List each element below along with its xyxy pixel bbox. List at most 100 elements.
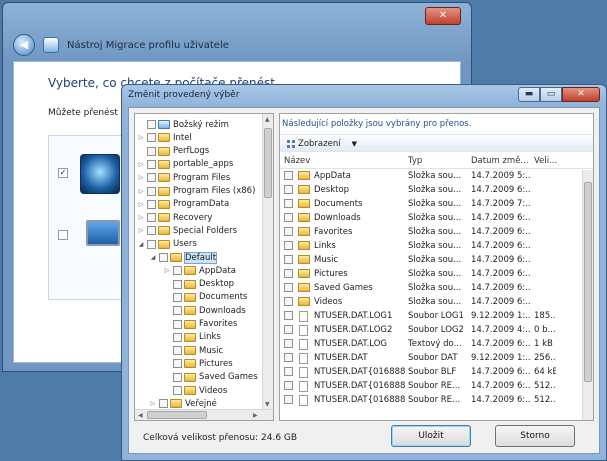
file-row[interactable]: Videos Složka sou... 14.7.2009 6:... [280, 296, 593, 310]
tree-item-checkbox[interactable] [147, 226, 156, 236]
file-row[interactable]: Links Složka sou... 14.7.2009 6:... [280, 240, 593, 254]
tree-item-checkbox[interactable] [147, 159, 156, 169]
file-row[interactable]: NTUSER.DAT{016888b...Soubor RE... 14.7.20… [280, 394, 593, 408]
file-list-scrollbar[interactable] [582, 170, 593, 420]
file-checkbox[interactable] [284, 297, 293, 306]
tree-item[interactable]: ▷ Special Folders [137, 224, 237, 237]
file-checkbox[interactable] [284, 269, 293, 278]
file-checkbox[interactable] [284, 227, 293, 236]
scroll-left-icon[interactable]: ◀ [138, 412, 143, 419]
file-row[interactable]: NTUSER.DAT.LOG2 Soubor LOG2 14.7.2009 4:..… [280, 324, 593, 338]
file-row[interactable]: NTUSER.DAT Soubor DAT 9.12.2009 1:... 256..… [280, 352, 593, 366]
tree-item-checkbox[interactable] [173, 372, 182, 382]
tree-item-checkbox[interactable] [173, 359, 182, 369]
tree-item[interactable]: ▷ AppData [163, 264, 236, 277]
scroll-thumb[interactable] [147, 411, 207, 419]
tree-item[interactable]: Documents [163, 291, 247, 304]
tree-item[interactable]: ▷ ProgramData [137, 198, 229, 211]
tree-item[interactable]: ▷ Program Files (x86) [137, 185, 256, 198]
save-button[interactable]: Uložit [391, 425, 471, 447]
tree-item-checkbox[interactable] [147, 213, 156, 223]
file-row[interactable]: Desktop Složka sou... 14.7.2009 6:... [280, 184, 593, 198]
file-checkbox[interactable] [284, 213, 293, 222]
tree-item[interactable]: Downloads [163, 304, 246, 317]
tree-item[interactable]: PerfLogs [137, 145, 209, 158]
file-row[interactable]: NTUSER.DAT.LOG1 Soubor LOG1 9.12.2009 1:..… [280, 310, 593, 324]
column-size[interactable]: Veli... [534, 156, 557, 166]
tree-item[interactable]: Pictures [163, 357, 233, 370]
close-button[interactable]: ✕ [425, 7, 461, 25]
tree-item[interactable]: Saved Games [163, 371, 258, 384]
scroll-right-icon[interactable]: ▶ [253, 412, 258, 419]
tree-item-checkbox[interactable] [173, 306, 182, 316]
file-checkbox[interactable] [284, 199, 293, 208]
tree-item[interactable]: Links [163, 331, 221, 344]
chevron-down-icon[interactable]: ▼ [352, 140, 357, 148]
tree-item-checkbox[interactable] [173, 332, 182, 342]
tree-item-checkbox[interactable] [173, 319, 182, 329]
expand-arrow-icon[interactable]: ▷ [137, 214, 145, 221]
minimize-button[interactable]: ▬ [518, 87, 540, 102]
file-checkbox[interactable] [284, 325, 293, 334]
tree-item[interactable]: ▷ portable_apps [137, 158, 234, 171]
expand-arrow-icon[interactable]: ▷ [137, 134, 145, 141]
tree-item-checkbox[interactable] [147, 120, 156, 129]
column-name[interactable]: Název [284, 156, 310, 166]
computer-checkbox[interactable] [58, 230, 68, 240]
expand-arrow-icon[interactable]: ▷ [163, 267, 171, 274]
file-checkbox[interactable] [284, 367, 293, 376]
expand-arrow-icon[interactable]: ▷ [137, 161, 145, 168]
tree-item[interactable]: ◢ Users [137, 238, 197, 251]
expand-arrow-icon[interactable]: ▷ [149, 400, 157, 407]
file-row[interactable]: Documents Složka sou... 14.7.2009 7:... [280, 198, 593, 212]
file-row[interactable]: NTUSER.DAT{016888b...Soubor BLF 14.7.2009… [280, 366, 593, 380]
scroll-thumb[interactable] [264, 128, 272, 198]
cancel-button[interactable]: Storno [495, 425, 575, 447]
expand-arrow-icon[interactable]: ◢ [137, 241, 145, 248]
tree-item[interactable]: Desktop [163, 278, 234, 291]
file-row[interactable]: Pictures Složka sou... 14.7.2009 6:... [280, 268, 593, 282]
file-checkbox[interactable] [284, 353, 293, 362]
close-button[interactable]: ✕ [562, 87, 600, 102]
scroll-down-icon[interactable]: ▼ [265, 401, 270, 408]
file-checkbox[interactable] [284, 241, 293, 250]
expand-arrow-icon[interactable]: ◢ [149, 254, 157, 261]
tree-horizontal-scrollbar[interactable]: ◀ ▶ [135, 409, 273, 420]
file-checkbox[interactable] [284, 255, 293, 264]
tree-item-checkbox[interactable] [159, 253, 168, 262]
file-row[interactable]: AppData Složka sou... 14.7.2009 5:... [280, 170, 593, 184]
tree-item-checkbox[interactable] [147, 133, 156, 143]
expand-arrow-icon[interactable]: ▷ [137, 227, 145, 234]
tree-item[interactable]: ◢ Default [149, 251, 218, 264]
profile-checkbox[interactable]: ✓ [58, 168, 68, 178]
file-row[interactable]: Downloads Složka sou... 14.7.2009 6:... [280, 212, 593, 226]
file-row[interactable]: NTUSER.DAT.LOG Textový do... 14.7.2009 6:.… [280, 338, 593, 352]
tree-item-checkbox[interactable] [173, 292, 182, 302]
column-type[interactable]: Typ [408, 156, 422, 166]
tree-item[interactable]: ▷ Program Files [137, 171, 231, 184]
tree-item-checkbox[interactable] [173, 266, 182, 276]
expand-arrow-icon[interactable]: ▷ [137, 174, 145, 181]
tree-item[interactable]: ▷ Intel [137, 131, 192, 144]
views-button[interactable]: Zobrazení ▼ [284, 137, 360, 151]
back-button[interactable]: ◀ [13, 34, 35, 56]
tree-item-checkbox[interactable] [147, 239, 156, 249]
tree-item-checkbox[interactable] [173, 279, 182, 289]
file-checkbox[interactable] [284, 283, 293, 292]
file-checkbox[interactable] [284, 381, 293, 390]
file-checkbox[interactable] [284, 311, 293, 320]
scroll-up-icon[interactable]: ▲ [265, 116, 270, 123]
file-checkbox[interactable] [284, 339, 293, 348]
expand-arrow-icon[interactable]: ▷ [137, 188, 145, 195]
tree-item-checkbox[interactable] [147, 173, 156, 183]
tree-item[interactable]: Božský režim [137, 118, 229, 131]
tree-item-checkbox[interactable] [173, 386, 182, 395]
tree-vertical-scrollbar[interactable]: ▲ ▼ [262, 114, 273, 410]
file-checkbox[interactable] [284, 171, 293, 180]
tree-item[interactable]: Music [163, 344, 223, 357]
tree-item[interactable]: Favorites [163, 318, 237, 331]
file-row[interactable]: NTUSER.DAT{016888b...Soubor RE... 14.7.20… [280, 380, 593, 394]
tree-item-checkbox[interactable] [173, 346, 182, 356]
scroll-thumb[interactable] [584, 182, 592, 382]
tree-item[interactable]: ▷ Recovery [137, 211, 213, 224]
